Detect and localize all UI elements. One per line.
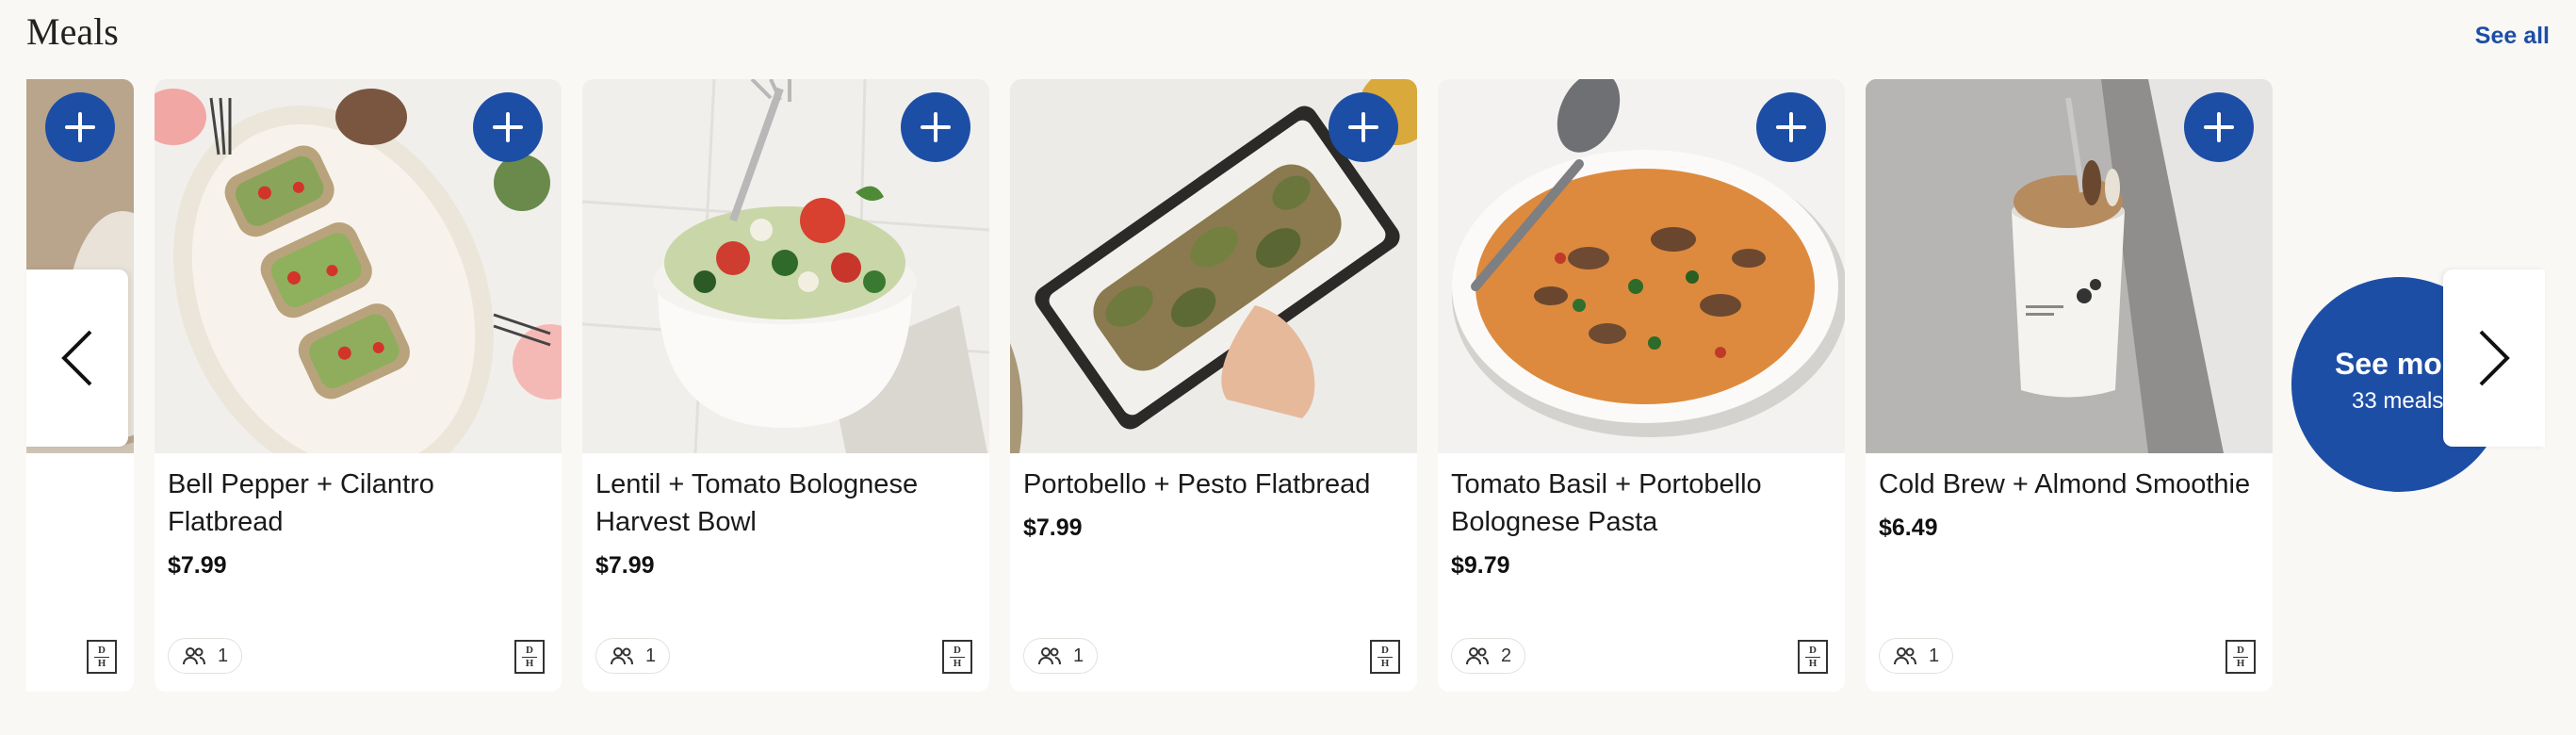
- meal-card[interactable]: Tomato Basil + Portobello Bolognese Past…: [1438, 79, 1845, 692]
- serves-badge: 1: [168, 638, 243, 674]
- chevron-left-icon: [61, 330, 92, 386]
- plus-icon: [1776, 112, 1806, 142]
- meal-card[interactable]: Bell Pepper + Cilantro Flatbread $7.99 1…: [155, 79, 562, 692]
- meal-price: $7.99: [595, 552, 655, 579]
- meal-price: $6.49: [1879, 514, 1938, 541]
- serves-badge: 1: [595, 638, 671, 674]
- meal-card[interactable]: Cold Brew + Almond Smoothie $6.49 1 DH: [1866, 79, 2273, 692]
- brand-logo: DH: [1798, 640, 1828, 674]
- carousel-next-button[interactable]: [2443, 270, 2545, 447]
- brand-logo: DH: [514, 640, 545, 674]
- serves-badge: 1: [1023, 638, 1099, 674]
- serves-count: 1: [1073, 645, 1084, 666]
- brand-logo: DH: [2225, 640, 2256, 674]
- add-to-cart-button[interactable]: [2184, 92, 2254, 162]
- brand-logo: DH: [87, 640, 117, 674]
- plus-icon: [493, 112, 523, 142]
- meal-price: $7.99: [168, 552, 227, 579]
- add-to-cart-button[interactable]: [1756, 92, 1826, 162]
- plus-icon: [921, 112, 951, 142]
- meal-price: $7.99: [1023, 514, 1083, 541]
- people-icon: [1038, 647, 1061, 665]
- plus-icon: [2204, 112, 2234, 142]
- meal-card[interactable]: Lentil + Tomato Bolognese Harvest Bowl $…: [582, 79, 989, 692]
- chevron-right-icon: [2479, 330, 2510, 386]
- meal-name[interactable]: Lentil + Tomato Bolognese Harvest Bowl: [595, 466, 972, 541]
- meal-name[interactable]: Cold Brew + Almond Smoothie: [1879, 466, 2256, 503]
- serves-count: 1: [1929, 645, 1940, 666]
- people-icon: [1466, 647, 1489, 665]
- add-to-cart-button[interactable]: [1329, 92, 1398, 162]
- meal-name[interactable]: Tomato Basil + Portobello Bolognese Past…: [1451, 466, 1828, 541]
- meal-carousel: DH Bell Pepper + Cilantro Flatbread $7.9…: [26, 79, 2550, 692]
- meal-name[interactable]: Portobello + Pesto Flatbread: [1023, 466, 1400, 503]
- people-icon: [1894, 647, 1916, 665]
- plus-icon: [65, 112, 95, 142]
- serves-badge: 2: [1451, 638, 1526, 674]
- brand-logo: DH: [1370, 640, 1400, 674]
- people-icon: [183, 647, 205, 665]
- meal-card[interactable]: Portobello + Pesto Flatbread $7.99 1 DH: [1010, 79, 1417, 692]
- add-to-cart-button[interactable]: [45, 92, 115, 162]
- serves-count: 2: [1501, 645, 1512, 666]
- meal-name[interactable]: Bell Pepper + Cilantro Flatbread: [168, 466, 545, 541]
- serves-count: 1: [218, 645, 229, 666]
- serves-count: 1: [645, 645, 657, 666]
- carousel-prev-button[interactable]: [26, 270, 128, 447]
- plus-icon: [1348, 112, 1378, 142]
- add-to-cart-button[interactable]: [901, 92, 970, 162]
- add-to-cart-button[interactable]: [473, 92, 543, 162]
- brand-logo: DH: [942, 640, 972, 674]
- see-more-count: 33 meals: [2352, 388, 2444, 414]
- see-all-link[interactable]: See all: [2475, 23, 2550, 50]
- serves-badge: 1: [1879, 638, 1954, 674]
- meal-price: $9.79: [1451, 552, 1510, 579]
- section-title: Meals: [26, 10, 119, 53]
- people-icon: [611, 647, 633, 665]
